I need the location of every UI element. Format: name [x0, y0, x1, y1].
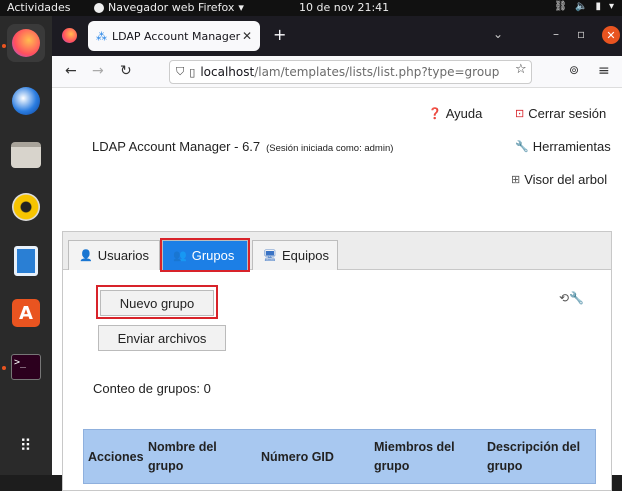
terminal-icon: >_: [11, 354, 41, 380]
close-tab-icon[interactable]: ✕: [242, 29, 252, 43]
system-tray[interactable]: ⛓ 🔈 ▮ ▾: [554, 1, 614, 12]
chevron-down-icon: ▾: [238, 1, 244, 14]
rhythmbox-dock-icon[interactable]: [7, 188, 45, 226]
help-label: Ayuda: [445, 106, 483, 121]
app-title: LDAP Account Manager - 6.7 (Sesión inicia…: [92, 139, 393, 154]
tools-label: Herramientas: [532, 139, 611, 154]
running-indicator: [2, 366, 6, 370]
tab-hosts-label: Equipos: [281, 248, 329, 263]
logout-label: Cerrar sesión: [528, 106, 607, 121]
computer-icon: 🖥: [263, 250, 277, 262]
document-icon: [14, 246, 38, 276]
dock: A >_ ⠿: [0, 16, 52, 475]
url-path: /lam/templates/lists/list.php?type=group: [254, 65, 500, 79]
tab-strip: ⁂ LDAP Account Manager ( ✕ + ⌄ – ▫ ✕: [52, 16, 622, 56]
groups-table-header: Acciones Nombre del grupo Número GID Mie…: [83, 429, 596, 484]
logout-link[interactable]: ⊡ Cerrar sesión: [515, 106, 606, 121]
refresh-settings-icon[interactable]: ⟲🔧: [559, 291, 584, 305]
running-indicator: [2, 44, 6, 48]
url-bar[interactable]: ⛉ ▯ localhost/lam/templates/lists/list.p…: [169, 60, 532, 84]
app-name: Navegador web Firefox: [108, 1, 235, 14]
col-group-name[interactable]: Nombre del grupo: [148, 438, 238, 476]
tab-users[interactable]: 👤 Usuarios: [68, 240, 160, 270]
col-description[interactable]: Descripción del grupo: [487, 438, 592, 476]
wrench-icon: 🔧: [515, 141, 529, 153]
battery-icon: ▮: [595, 1, 601, 12]
logout-icon: ⊡: [515, 108, 525, 120]
network-icon: ⛓: [554, 1, 567, 12]
firefox-window: ⁂ LDAP Account Manager ( ✕ + ⌄ – ▫ ✕ ← →…: [52, 16, 622, 491]
reload-icon[interactable]: ↻: [120, 63, 132, 79]
account-tabs: 👤 Usuarios 👥 Grupos 🖥 Equipos: [63, 232, 611, 272]
help-icon: ❓: [428, 108, 442, 120]
forward-icon[interactable]: →: [92, 63, 104, 79]
account-panel: 👤 Usuarios 👥 Grupos 🖥 Equipos Nuevo grup…: [62, 231, 612, 491]
tab-groups[interactable]: 👥 Grupos: [160, 238, 250, 272]
chevron-down-icon: ▾: [608, 1, 614, 12]
col-members[interactable]: Miembros del grupo: [374, 438, 469, 476]
tab-users-label: Usuarios: [97, 248, 149, 263]
thunderbird-icon: [12, 87, 40, 115]
close-window-icon[interactable]: ✕: [602, 26, 620, 44]
menu-icon[interactable]: ≡: [598, 63, 610, 79]
firefox-icon: [12, 29, 40, 57]
back-icon[interactable]: ←: [65, 63, 77, 79]
page-content: ❓ Ayuda ⊡ Cerrar sesión 🔧 Herramientas ⊞…: [52, 88, 622, 491]
help-link[interactable]: ❓ Ayuda: [428, 106, 482, 121]
upload-files-button[interactable]: Enviar archivos: [98, 325, 226, 351]
grid-icon: ⠿: [19, 435, 33, 455]
system-top-bar: Actividades Navegador web Firefox ▾ 10 d…: [0, 0, 622, 16]
firefox-dock-icon[interactable]: [7, 24, 45, 62]
bookmark-star-icon[interactable]: ☆: [515, 62, 527, 77]
volume-icon: 🔈: [575, 1, 588, 12]
session-text: (Sesión iniciada como: admin): [266, 143, 394, 154]
tree-label: Visor del arbol: [524, 172, 608, 187]
terminal-dock-icon[interactable]: >_: [7, 348, 45, 386]
tree-icon: ⊞: [511, 174, 521, 186]
col-actions[interactable]: Acciones: [88, 448, 144, 467]
firefox-view-icon[interactable]: [62, 28, 77, 43]
activities-button[interactable]: Actividades: [7, 1, 71, 14]
new-tab-button[interactable]: +: [273, 25, 286, 44]
browser-tab-lam[interactable]: ⁂ LDAP Account Manager ( ✕: [88, 21, 260, 51]
clock[interactable]: 10 de nov 21:41: [299, 1, 389, 14]
navigation-bar: ← → ↻ ⛉ ▯ localhost/lam/templates/lists/…: [52, 56, 622, 88]
list-tabs-icon[interactable]: ⌄: [493, 27, 503, 41]
tab-hosts[interactable]: 🖥 Equipos: [252, 240, 338, 270]
page-info-icon[interactable]: ▯: [189, 66, 195, 79]
files-dock-icon[interactable]: [7, 136, 45, 174]
thunderbird-dock-icon[interactable]: [7, 82, 45, 120]
software-dock-icon[interactable]: A: [7, 294, 45, 332]
url-host: localhost: [200, 65, 255, 79]
highlight-box: [96, 285, 218, 319]
folder-icon: [11, 142, 41, 168]
tab-groups-label: Grupos: [191, 248, 235, 263]
group-count: Conteo de grupos: 0: [93, 381, 211, 396]
tree-view-link[interactable]: ⊞ Visor del arbol: [511, 172, 607, 187]
shopping-bag-icon: A: [12, 299, 40, 327]
maximize-icon[interactable]: ▫: [577, 27, 585, 41]
user-icon: 👤: [79, 250, 93, 262]
shield-icon[interactable]: ⛉: [176, 65, 184, 79]
tools-link[interactable]: 🔧 Herramientas: [515, 139, 611, 154]
pocket-icon[interactable]: ⊚: [569, 63, 579, 77]
minimize-icon[interactable]: –: [553, 27, 559, 41]
tab-title: LDAP Account Manager (: [112, 29, 242, 43]
firefox-icon: [94, 2, 104, 13]
col-gid[interactable]: Número GID: [261, 448, 334, 467]
app-title-text: LDAP Account Manager - 6.7: [92, 139, 261, 154]
writer-dock-icon[interactable]: [7, 242, 45, 280]
app-menu[interactable]: Navegador web Firefox ▾: [94, 1, 244, 14]
speaker-icon: [12, 193, 40, 221]
lam-favicon: ⁂: [96, 29, 107, 43]
group-icon: 👥: [173, 250, 187, 262]
show-apps-button[interactable]: ⠿: [7, 426, 45, 464]
